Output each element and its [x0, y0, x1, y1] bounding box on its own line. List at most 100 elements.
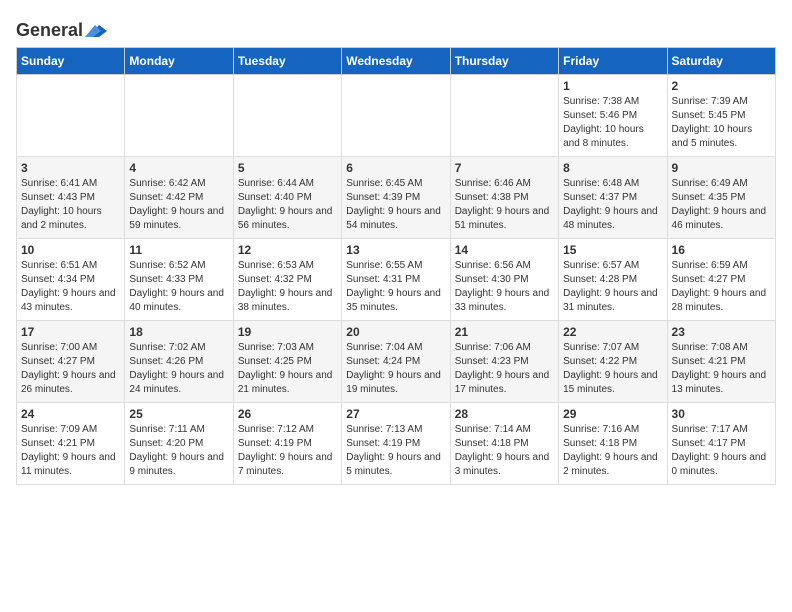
day-info: Sunrise: 7:07 AM Sunset: 4:22 PM Dayligh… — [563, 341, 662, 397]
day-info: Sunrise: 7:04 AM Sunset: 4:24 PM Dayligh… — [346, 341, 445, 397]
day-number: 24 — [21, 407, 120, 421]
day-number: 2 — [672, 79, 771, 93]
logo: General — [16, 20, 107, 39]
header-friday: Friday — [559, 48, 667, 75]
calendar-cell: 28 Sunrise: 7:14 AM Sunset: 4:18 PM Dayli… — [450, 403, 558, 485]
day-number: 25 — [129, 407, 228, 421]
day-number: 7 — [455, 161, 554, 175]
day-info: Sunrise: 6:55 AM Sunset: 4:31 PM Dayligh… — [346, 259, 445, 315]
day-number: 15 — [563, 243, 662, 257]
day-info: Sunrise: 7:03 AM Sunset: 4:25 PM Dayligh… — [238, 341, 337, 397]
day-info: Sunrise: 7:00 AM Sunset: 4:27 PM Dayligh… — [21, 341, 120, 397]
day-info: Sunrise: 7:12 AM Sunset: 4:19 PM Dayligh… — [238, 423, 337, 479]
day-number: 18 — [129, 325, 228, 339]
day-number: 3 — [21, 161, 120, 175]
calendar-cell: 1Sunrise: 7:38 AM Sunset: 5:46 PM Daylig… — [559, 75, 667, 157]
calendar-cell — [125, 75, 233, 157]
day-info: Sunrise: 6:48 AM Sunset: 4:37 PM Dayligh… — [563, 177, 662, 233]
calendar-cell: 19 Sunrise: 7:03 AM Sunset: 4:25 PM Dayli… — [233, 321, 341, 403]
day-number: 17 — [21, 325, 120, 339]
calendar-cell — [342, 75, 450, 157]
calendar-cell: 24 Sunrise: 7:09 AM Sunset: 4:21 PM Dayli… — [17, 403, 125, 485]
day-number: 5 — [238, 161, 337, 175]
day-info: Sunrise: 7:17 AM Sunset: 4:17 PM Dayligh… — [672, 423, 771, 479]
calendar-cell: 27 Sunrise: 7:13 AM Sunset: 4:19 PM Dayli… — [342, 403, 450, 485]
calendar-cell: 10 Sunrise: 6:51 AM Sunset: 4:34 PM Dayli… — [17, 239, 125, 321]
day-info: Sunrise: 7:08 AM Sunset: 4:21 PM Dayligh… — [672, 341, 771, 397]
logo-icon — [85, 23, 107, 39]
day-info: Sunrise: 6:52 AM Sunset: 4:33 PM Dayligh… — [129, 259, 228, 315]
calendar-cell: 18 Sunrise: 7:02 AM Sunset: 4:26 PM Dayli… — [125, 321, 233, 403]
calendar-cell: 23Sunrise: 7:08 AM Sunset: 4:21 PM Dayli… — [667, 321, 775, 403]
day-info: Sunrise: 6:45 AM Sunset: 4:39 PM Dayligh… — [346, 177, 445, 233]
day-info: Sunrise: 6:51 AM Sunset: 4:34 PM Dayligh… — [21, 259, 120, 315]
day-info: Sunrise: 6:53 AM Sunset: 4:32 PM Dayligh… — [238, 259, 337, 315]
calendar-table: SundayMondayTuesdayWednesdayThursdayFrid… — [16, 47, 776, 485]
day-info: Sunrise: 6:42 AM Sunset: 4:42 PM Dayligh… — [129, 177, 228, 233]
header-thursday: Thursday — [450, 48, 558, 75]
day-info: Sunrise: 7:14 AM Sunset: 4:18 PM Dayligh… — [455, 423, 554, 479]
calendar-cell: 2 Sunrise: 7:39 AM Sunset: 5:45 PM Daylig… — [667, 75, 775, 157]
day-number: 27 — [346, 407, 445, 421]
logo-text-general: General — [16, 20, 83, 41]
day-number: 4 — [129, 161, 228, 175]
calendar-cell: 29 Sunrise: 7:16 AM Sunset: 4:18 PM Dayli… — [559, 403, 667, 485]
calendar-cell — [17, 75, 125, 157]
calendar-cell: 4 Sunrise: 6:42 AM Sunset: 4:42 PM Daylig… — [125, 157, 233, 239]
header: General — [16, 16, 776, 39]
day-number: 6 — [346, 161, 445, 175]
calendar-week-1: 1Sunrise: 7:38 AM Sunset: 5:46 PM Daylig… — [17, 75, 776, 157]
calendar-cell: 25 Sunrise: 7:11 AM Sunset: 4:20 PM Dayli… — [125, 403, 233, 485]
calendar-cell: 12 Sunrise: 6:53 AM Sunset: 4:32 PM Dayli… — [233, 239, 341, 321]
calendar-cell: 11 Sunrise: 6:52 AM Sunset: 4:33 PM Dayli… — [125, 239, 233, 321]
day-info: Sunrise: 6:46 AM Sunset: 4:38 PM Dayligh… — [455, 177, 554, 233]
day-number: 21 — [455, 325, 554, 339]
day-info: Sunrise: 7:11 AM Sunset: 4:20 PM Dayligh… — [129, 423, 228, 479]
calendar-cell: 21Sunrise: 7:06 AM Sunset: 4:23 PM Dayli… — [450, 321, 558, 403]
day-info: Sunrise: 6:56 AM Sunset: 4:30 PM Dayligh… — [455, 259, 554, 315]
calendar-cell — [450, 75, 558, 157]
day-number: 30 — [672, 407, 771, 421]
day-number: 19 — [238, 325, 337, 339]
day-number: 16 — [672, 243, 771, 257]
calendar-cell: 6 Sunrise: 6:45 AM Sunset: 4:39 PM Daylig… — [342, 157, 450, 239]
day-number: 12 — [238, 243, 337, 257]
day-number: 20 — [346, 325, 445, 339]
calendar-cell: 15 Sunrise: 6:57 AM Sunset: 4:28 PM Dayli… — [559, 239, 667, 321]
header-wednesday: Wednesday — [342, 48, 450, 75]
day-number: 11 — [129, 243, 228, 257]
calendar-cell: 17 Sunrise: 7:00 AM Sunset: 4:27 PM Dayli… — [17, 321, 125, 403]
day-info: Sunrise: 6:59 AM Sunset: 4:27 PM Dayligh… — [672, 259, 771, 315]
calendar-cell: 7 Sunrise: 6:46 AM Sunset: 4:38 PM Daylig… — [450, 157, 558, 239]
day-info: Sunrise: 7:13 AM Sunset: 4:19 PM Dayligh… — [346, 423, 445, 479]
calendar-cell: 16 Sunrise: 6:59 AM Sunset: 4:27 PM Dayli… — [667, 239, 775, 321]
day-number: 28 — [455, 407, 554, 421]
day-info: Sunrise: 6:49 AM Sunset: 4:35 PM Dayligh… — [672, 177, 771, 233]
calendar-cell: 26 Sunrise: 7:12 AM Sunset: 4:19 PM Dayli… — [233, 403, 341, 485]
day-number: 13 — [346, 243, 445, 257]
day-info: Sunrise: 7:16 AM Sunset: 4:18 PM Dayligh… — [563, 423, 662, 479]
calendar-week-5: 24 Sunrise: 7:09 AM Sunset: 4:21 PM Dayli… — [17, 403, 776, 485]
day-number: 29 — [563, 407, 662, 421]
calendar-cell — [233, 75, 341, 157]
day-info: Sunrise: 6:41 AM Sunset: 4:43 PM Dayligh… — [21, 177, 120, 233]
day-info: Sunrise: 6:57 AM Sunset: 4:28 PM Dayligh… — [563, 259, 662, 315]
day-info: Sunrise: 7:38 AM Sunset: 5:46 PM Dayligh… — [563, 95, 662, 151]
day-info: Sunrise: 7:09 AM Sunset: 4:21 PM Dayligh… — [21, 423, 120, 479]
day-info: Sunrise: 7:39 AM Sunset: 5:45 PM Dayligh… — [672, 95, 771, 151]
header-saturday: Saturday — [667, 48, 775, 75]
calendar-week-3: 10 Sunrise: 6:51 AM Sunset: 4:34 PM Dayli… — [17, 239, 776, 321]
day-info: Sunrise: 6:44 AM Sunset: 4:40 PM Dayligh… — [238, 177, 337, 233]
day-number: 8 — [563, 161, 662, 175]
calendar-cell: 20 Sunrise: 7:04 AM Sunset: 4:24 PM Dayli… — [342, 321, 450, 403]
calendar-cell: 22 Sunrise: 7:07 AM Sunset: 4:22 PM Dayli… — [559, 321, 667, 403]
day-info: Sunrise: 7:02 AM Sunset: 4:26 PM Dayligh… — [129, 341, 228, 397]
calendar-cell: 3 Sunrise: 6:41 AM Sunset: 4:43 PM Daylig… — [17, 157, 125, 239]
calendar-week-4: 17 Sunrise: 7:00 AM Sunset: 4:27 PM Dayli… — [17, 321, 776, 403]
day-number: 26 — [238, 407, 337, 421]
day-number: 10 — [21, 243, 120, 257]
day-number: 9 — [672, 161, 771, 175]
day-number: 22 — [563, 325, 662, 339]
calendar-cell: 8 Sunrise: 6:48 AM Sunset: 4:37 PM Daylig… — [559, 157, 667, 239]
calendar-cell: 30 Sunrise: 7:17 AM Sunset: 4:17 PM Dayli… — [667, 403, 775, 485]
